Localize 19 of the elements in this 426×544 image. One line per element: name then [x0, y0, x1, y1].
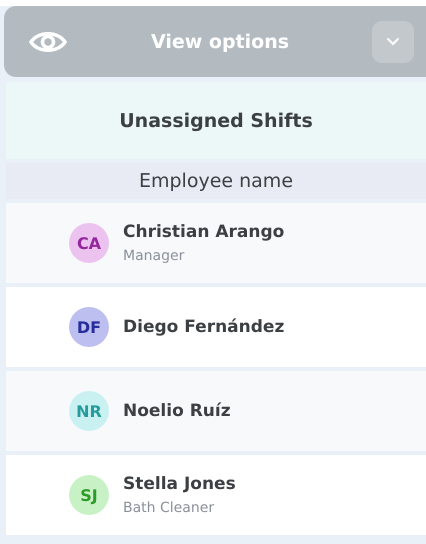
employee-row[interactable]: SJ Stella Jones Bath Cleaner — [6, 455, 426, 535]
column-header-label: Employee name — [138, 170, 294, 192]
employee-name: Stella Jones — [123, 474, 236, 494]
employee-name: Diego Fernández — [123, 317, 284, 337]
chevron-down-icon — [386, 37, 400, 46]
view-options-title: View options — [150, 30, 290, 52]
employee-name: Noelio Ruíz — [123, 401, 231, 421]
employee-row[interactable]: CA Christian Arango Manager — [6, 203, 426, 283]
avatar: DF — [69, 307, 109, 347]
avatar: SJ — [69, 475, 109, 515]
avatar: NR — [69, 391, 109, 431]
employee-row[interactable]: DF Diego Fernández — [6, 287, 426, 367]
employee-role: Bath Cleaner — [123, 500, 216, 516]
employee-row[interactable]: NR Noelio Ruíz — [6, 371, 426, 451]
expand-button[interactable] — [372, 20, 414, 62]
avatar: CA — [69, 223, 109, 263]
employee-name: Christian Arango — [123, 222, 284, 242]
unassigned-shifts-label: Unassigned Shifts — [119, 110, 313, 132]
employee-role: Manager — [123, 248, 186, 264]
